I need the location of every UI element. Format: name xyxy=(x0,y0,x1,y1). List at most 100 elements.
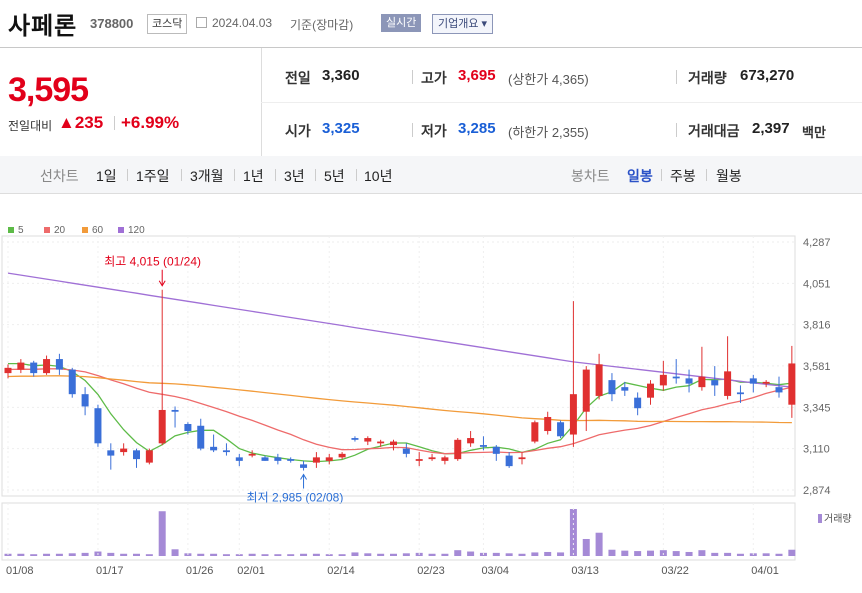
prev-close-label: 전일 xyxy=(285,70,311,86)
candle-body xyxy=(390,441,397,446)
candle-body xyxy=(595,364,603,396)
period-1y[interactable]: 1년 xyxy=(243,166,264,186)
volume-bar xyxy=(402,553,410,556)
upper-limit: (상한가 4,365) xyxy=(508,72,589,87)
candle-body xyxy=(518,457,526,460)
divider xyxy=(412,70,413,84)
candle-chart-tab[interactable]: 봉차트 xyxy=(571,166,610,186)
candle-daily[interactable]: 일봉 xyxy=(627,166,653,186)
period-1d[interactable]: 1일 xyxy=(96,166,117,186)
candle-body xyxy=(145,450,153,463)
x-tick-label: 01/08 xyxy=(6,565,34,577)
period-5y[interactable]: 5년 xyxy=(324,166,345,186)
candle-body xyxy=(608,380,616,395)
candle-body xyxy=(634,397,642,409)
divider xyxy=(356,169,357,181)
volume-bar xyxy=(698,550,706,556)
legend-label: 60 xyxy=(92,225,104,236)
candle-body xyxy=(698,376,706,388)
volume-bar xyxy=(133,553,140,556)
volume-bar xyxy=(736,553,744,556)
volume-bar xyxy=(210,553,218,556)
candle-body xyxy=(171,409,179,412)
volume-bar xyxy=(43,553,51,556)
candle-body xyxy=(467,438,475,444)
realtime-button[interactable]: 실시간 xyxy=(381,14,422,32)
candle-body xyxy=(736,392,744,395)
volume-bar xyxy=(377,553,385,556)
candle-body xyxy=(312,457,320,463)
legend-swatch xyxy=(82,227,88,233)
volume-bar xyxy=(621,550,629,556)
quote-basis: 기준(장마감) xyxy=(290,18,354,32)
period-3m[interactable]: 3개월 xyxy=(190,166,224,186)
period-10y[interactable]: 10년 xyxy=(364,166,392,186)
line-chart-tab[interactable]: 선차트 xyxy=(40,166,79,186)
candle-body xyxy=(377,441,385,444)
volume-bar xyxy=(81,552,89,556)
period-3y[interactable]: 3년 xyxy=(284,166,305,186)
low-label: 저가 xyxy=(421,123,447,139)
change-label: 전일대비 xyxy=(8,119,53,133)
company-overview-button[interactable]: 기업개요 ▾ xyxy=(432,14,494,34)
candle-body xyxy=(505,455,513,467)
candle-body xyxy=(672,376,680,379)
volume-bar xyxy=(608,549,616,556)
volume-bar xyxy=(107,552,115,556)
candle-body xyxy=(235,457,243,461)
candle-weekly[interactable]: 주봉 xyxy=(670,166,696,186)
candle-body xyxy=(94,408,102,444)
y-tick-label: 2,874 xyxy=(803,485,831,497)
volume-bar xyxy=(557,552,565,556)
min-price-annotation: 최저 2,985 (02/08) xyxy=(247,491,344,505)
divider xyxy=(181,169,182,181)
high-value: 3,695 xyxy=(458,67,496,84)
candle-body xyxy=(261,457,269,461)
divider xyxy=(127,169,128,181)
legend-swatch xyxy=(44,227,50,233)
candlestick-chart: 5 20 60 120 4,287 4,051 3,816 3,581 3,345 3,110 2,… xyxy=(1,225,852,577)
candle-body xyxy=(351,438,359,440)
candle-body xyxy=(762,381,770,384)
divider xyxy=(275,169,276,181)
volume-legend-swatch xyxy=(818,514,822,523)
divider xyxy=(315,169,316,181)
divider xyxy=(412,123,413,137)
candle-body xyxy=(685,378,693,384)
candle-body xyxy=(428,457,436,460)
y-tick-label: 3,816 xyxy=(803,320,831,332)
volume-bar xyxy=(492,552,500,556)
y-tick-label: 3,345 xyxy=(803,402,831,414)
candle-body xyxy=(4,367,12,374)
period-1w[interactable]: 1주일 xyxy=(136,166,170,186)
volume-bar xyxy=(145,554,153,556)
candle-body xyxy=(557,422,565,437)
candle-body xyxy=(197,425,205,449)
candle-body xyxy=(621,387,629,391)
volume-bar xyxy=(68,553,76,556)
legend-label: 5 xyxy=(18,225,24,236)
volume-bar xyxy=(171,549,179,556)
volume-bar xyxy=(428,553,436,556)
volume-bar xyxy=(287,554,295,556)
high-label: 고가 xyxy=(421,70,447,86)
candle-body xyxy=(43,359,51,374)
volume-bar xyxy=(300,553,308,556)
volume-bar xyxy=(467,551,475,556)
candle-monthly[interactable]: 월봉 xyxy=(716,166,742,186)
divider xyxy=(676,123,677,137)
candle-body xyxy=(492,446,500,454)
lower-limit: (하한가 2,355) xyxy=(508,125,589,140)
amount-unit: 백만 xyxy=(802,125,826,140)
volume-bar xyxy=(158,511,166,556)
candle-body xyxy=(120,448,128,453)
x-tick-label: 01/17 xyxy=(96,565,124,577)
candle-body xyxy=(68,369,76,395)
quote-date: 2024.04.03 xyxy=(212,16,273,30)
volume-bar xyxy=(248,553,256,556)
volume-bar xyxy=(222,554,230,556)
volume-bar xyxy=(338,554,346,556)
volume-bar xyxy=(711,552,719,556)
x-tick-label: 03/22 xyxy=(661,565,689,577)
stock-header: 사페론 378800 코스닥 2024.04.03 기준(장마감) 실시간 기업… xyxy=(0,0,862,47)
